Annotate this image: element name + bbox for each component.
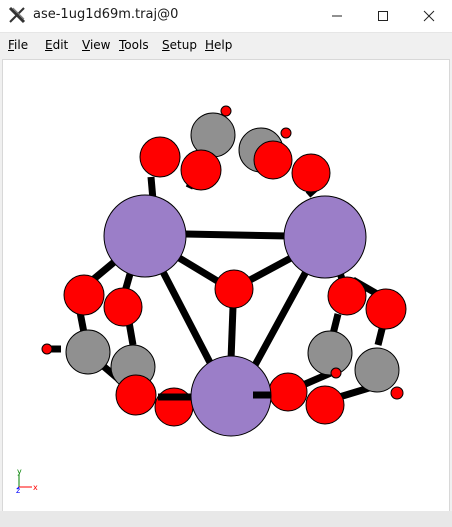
bond [184, 230, 289, 240]
window-title: ase-1ug1d69m.traj@0 [33, 7, 179, 22]
bond [125, 321, 137, 346]
menu-edit[interactable]: Edit [45, 38, 68, 52]
metal-atom [283, 195, 367, 279]
carbon-atom [307, 330, 353, 376]
molecule-view[interactable]: y x z [3, 60, 449, 511]
bond [157, 266, 222, 380]
x-icon [8, 6, 26, 24]
carbon-atom [65, 329, 111, 375]
close-icon [423, 10, 435, 22]
menu-tools[interactable]: Tools [119, 38, 149, 52]
status-bar [0, 511, 452, 527]
oxygen-atom [305, 385, 345, 425]
oxygen-atom [365, 288, 407, 330]
oxygen-atom [330, 367, 342, 379]
axes-indicator: y x z [16, 467, 38, 495]
maximize-button[interactable] [360, 0, 406, 32]
oxygen-atom [253, 140, 293, 180]
z-axis-label: z [16, 486, 20, 495]
oxygen-atom [390, 386, 404, 400]
oxygen-atom [103, 287, 143, 327]
oxygen-atom [280, 127, 292, 139]
oxygen-atom [115, 374, 157, 416]
molecule-canvas[interactable]: y x z [2, 59, 450, 512]
close-button[interactable] [406, 0, 452, 32]
menu-bar: File Edit View Tools Setup Help [0, 33, 452, 57]
oxygen-atom [268, 372, 308, 412]
carbon-atom [354, 347, 400, 393]
menu-file[interactable]: File [8, 38, 28, 52]
oxygen-atom [180, 149, 222, 191]
bond [244, 266, 312, 380]
minimize-icon [332, 15, 342, 17]
oxygen-atom [214, 269, 254, 309]
menu-view[interactable]: View [82, 38, 110, 52]
metal-atom [103, 194, 187, 278]
x-axis-label: x [33, 483, 38, 492]
bond [227, 306, 237, 361]
y-axis-label: y [17, 467, 22, 476]
oxygen-atom [63, 274, 105, 316]
oxygen-atom [327, 276, 367, 316]
oxygen-atom [291, 153, 331, 193]
oxygen-atom [220, 105, 232, 117]
maximize-icon [378, 11, 388, 21]
menu-help[interactable]: Help [205, 38, 232, 52]
oxygen-atom [41, 343, 53, 355]
minimize-button[interactable] [314, 0, 360, 32]
menu-setup[interactable]: Setup [162, 38, 197, 52]
oxygen-atom [139, 136, 181, 178]
title-bar: ase-1ug1d69m.traj@0 [0, 0, 452, 33]
